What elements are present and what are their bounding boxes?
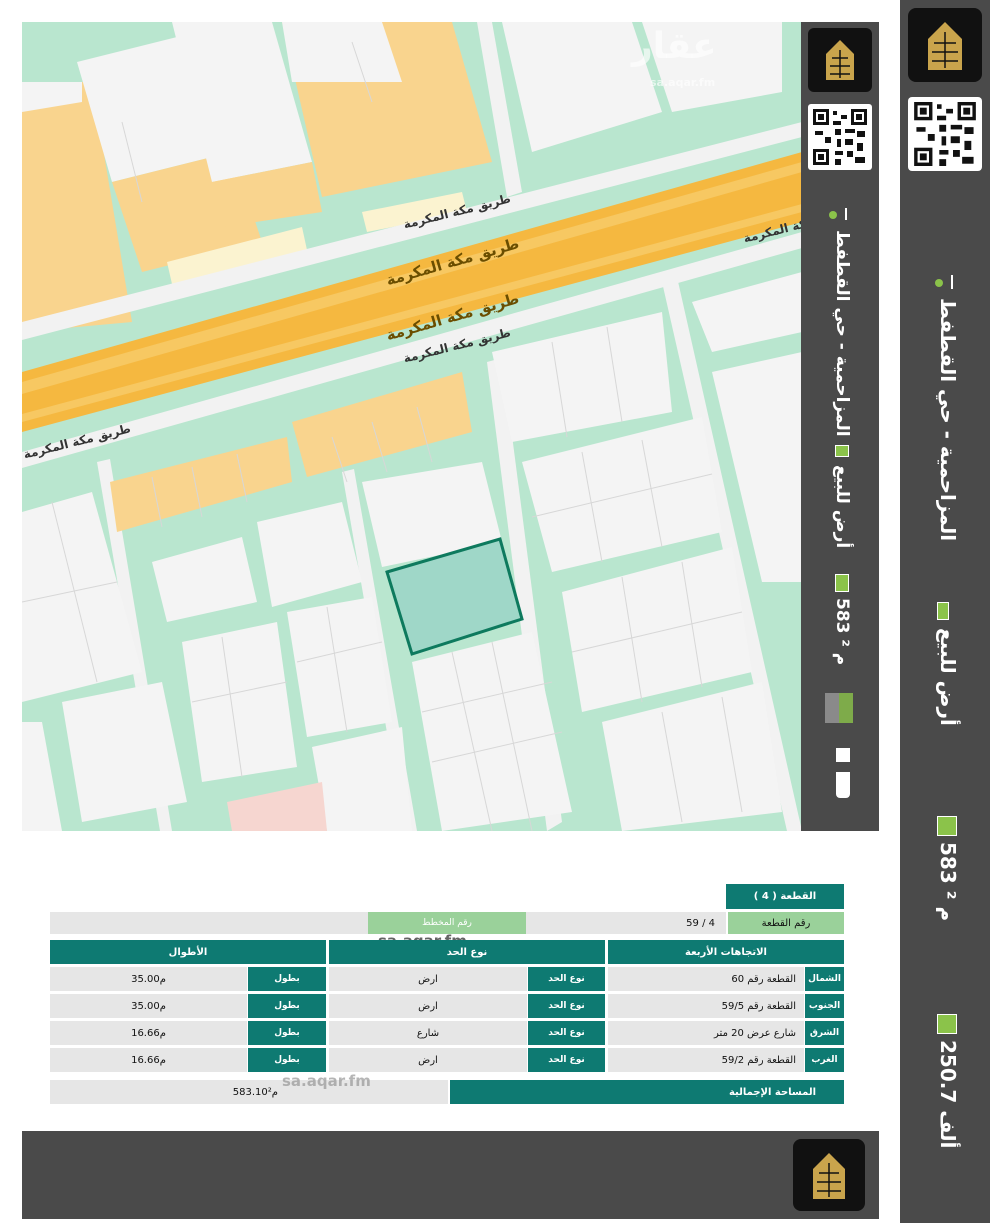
price-label: 250.7 ألف [936, 1040, 960, 1149]
row-type-label: نوع الحد [528, 1021, 605, 1045]
row-length-label: بطول [248, 1021, 326, 1045]
plot-number-value: 59 / 4 [686, 917, 715, 929]
map-watermark-url: sa.aqar.fm [650, 76, 716, 89]
map-location-dot-icon [829, 211, 837, 219]
row-length-value: 16.66م [50, 1021, 247, 1045]
header-lengths: الأطوال [50, 940, 326, 964]
map-watermark: عقار [632, 26, 717, 67]
app-logo-icon[interactable] [908, 8, 982, 82]
row-length-label: بطول [248, 994, 326, 1018]
map-price-icon [825, 693, 853, 723]
row-type-value: شارع [329, 1021, 527, 1045]
row-direction: الشرق [805, 1021, 844, 1045]
row-neighbor: القطعة رقم 59/5 [608, 994, 804, 1018]
area-icon [937, 816, 957, 836]
qr-code-icon[interactable] [908, 97, 982, 171]
location-rule-icon [951, 275, 953, 289]
screen: طريق مكة المكرمة طريق مكة المكرمة طريق م… [0, 0, 990, 1223]
row-neighbor: شارع عرض 20 متر [608, 1021, 804, 1045]
table-watermark-bottom: sa.aqar.fm [282, 1072, 371, 1090]
land-icon [937, 602, 949, 620]
row-length-value: 35.00م [50, 994, 247, 1018]
header-border-type: نوع الحد [329, 940, 605, 964]
row-type-value: ارض [329, 994, 527, 1018]
row-length-value: 35.00م [50, 967, 247, 991]
location-dot-icon [935, 279, 943, 287]
row-direction: الغرب [805, 1048, 844, 1072]
map-logo-icon [808, 28, 872, 92]
price-icon [937, 1014, 957, 1034]
boundaries-table: القطعة ( 4 ) رقم القطعة 59 / 4 رقم المخط… [50, 882, 845, 1106]
plot-number-label: رقم القطعة [728, 912, 844, 934]
row-type-label: نوع الحد [528, 967, 605, 991]
total-area-label: المساحة الإجمالية [450, 1080, 844, 1104]
footer-logo-icon [793, 1139, 865, 1211]
row-direction: الشمال [805, 967, 844, 991]
map-price-tail-icon [836, 772, 850, 798]
map-listing-type: أرض للبيع [832, 465, 852, 549]
footer-bar [22, 1131, 879, 1219]
map-land-icon [835, 445, 849, 457]
row-type-label: نوع الحد [528, 1048, 605, 1072]
header-directions: الاتجاهات الأربعة [608, 940, 844, 964]
plot-map[interactable]: طريق مكة المكرمة طريق مكة المكرمة طريق م… [22, 22, 879, 831]
row-neighbor: القطعة رقم 59/2 [608, 1048, 804, 1072]
map-location-label: المزاحمية - حي القطفط [832, 230, 852, 437]
row-length-value: 16.66م [50, 1048, 247, 1072]
map-canvas [22, 22, 879, 831]
row-type-value: ارض [329, 1048, 527, 1072]
row-neighbor: القطعة رقم 60 [608, 967, 804, 991]
row-length-label: بطول [248, 967, 326, 991]
row-type-value: ارض [329, 967, 527, 991]
total-area-value: 583.10م² [50, 1080, 448, 1104]
listing-type-label: أرض للبيع [936, 628, 960, 726]
row-length-label: بطول [248, 1048, 326, 1072]
table-title: القطعة ( 4 ) [726, 884, 844, 909]
map-area-label: 583 م ² [832, 598, 852, 666]
plan-number-label: رقم المخطط [368, 912, 526, 934]
map-area-icon [835, 574, 849, 592]
map-price-square-icon [836, 748, 850, 762]
map-qr-code-icon [808, 104, 872, 170]
row-direction: الجنوب [805, 994, 844, 1018]
map-location-rule-icon [845, 208, 847, 220]
area-label: 583 م ² [936, 842, 960, 922]
row-type-label: نوع الحد [528, 994, 605, 1018]
location-label: المزاحمية - حي القطفط [936, 298, 960, 542]
